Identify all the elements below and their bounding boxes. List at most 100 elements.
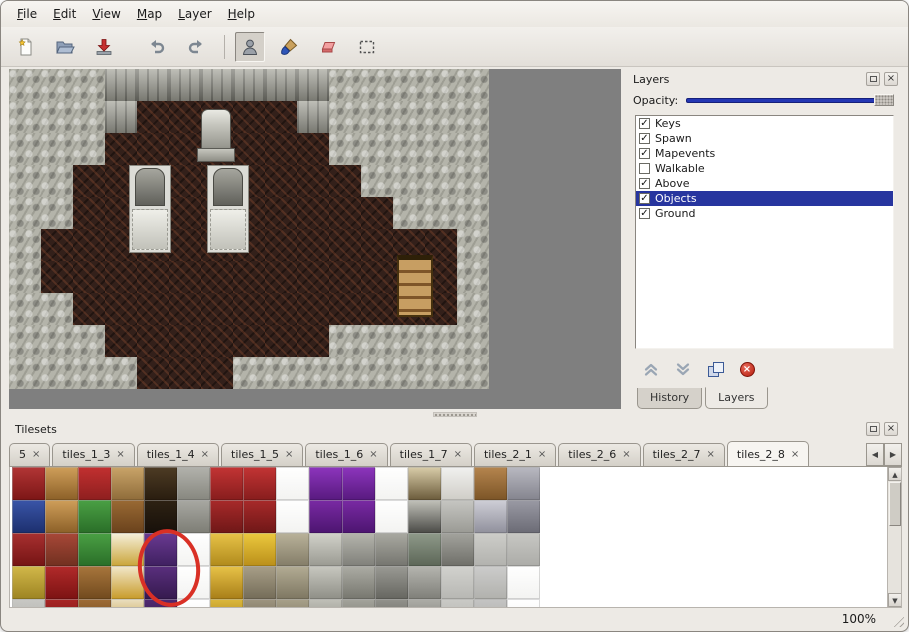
floor-tile[interactable] (137, 261, 169, 293)
open-map-button[interactable] (50, 32, 80, 62)
floor-tile[interactable] (265, 101, 297, 133)
layer-row-walkable[interactable]: Walkable (636, 161, 893, 176)
redo-button[interactable] (181, 32, 211, 62)
rock-tile[interactable] (41, 165, 73, 197)
tile-tile-stone[interactable] (474, 533, 507, 566)
tile-obelisk[interactable] (408, 500, 441, 533)
cliff-tile[interactable] (297, 69, 329, 101)
floor-tile[interactable] (233, 133, 265, 165)
stamp-tool-button[interactable] (235, 32, 265, 62)
cliff-tile[interactable] (201, 69, 233, 101)
floor-tile[interactable] (73, 293, 105, 325)
rock-tile[interactable] (425, 325, 457, 357)
resize-grip[interactable] (891, 614, 904, 627)
floor-tile[interactable] (265, 133, 297, 165)
rock-tile[interactable] (361, 69, 393, 101)
floor-tile[interactable] (233, 325, 265, 357)
close-dock-icon[interactable]: × (884, 72, 898, 86)
rock-tile[interactable] (393, 357, 425, 389)
rock-tile[interactable] (41, 293, 73, 325)
menu-edit[interactable]: Edit (45, 3, 84, 25)
floor-tile[interactable] (329, 165, 361, 197)
scroll-tabs-left-button[interactable]: ◀ (866, 443, 884, 466)
tile-urn-plant[interactable] (408, 533, 441, 566)
tile-plant[interactable] (78, 500, 111, 533)
floor-tile[interactable] (169, 325, 201, 357)
tile-crate-gray[interactable] (441, 500, 474, 533)
rock-tile[interactable] (361, 325, 393, 357)
cliff-tile[interactable] (297, 101, 329, 133)
select-tool-button[interactable] (352, 32, 382, 62)
tile-banner-blue[interactable] (12, 500, 45, 533)
floor-tile[interactable] (73, 229, 105, 261)
cliff-tile[interactable] (105, 69, 137, 101)
floor-tile[interactable] (169, 101, 201, 133)
rock-tile[interactable] (73, 325, 105, 357)
tile-bookshelf[interactable] (111, 500, 144, 533)
menu-help[interactable]: Help (220, 3, 263, 25)
floor-tile[interactable] (361, 197, 393, 229)
rock-tile[interactable] (233, 357, 265, 389)
cliff-tile[interactable] (137, 69, 169, 101)
tile-empty[interactable] (507, 566, 540, 599)
rock-tile[interactable] (41, 69, 73, 101)
tileset-tab-tiles_2_8[interactable]: tiles_2_8× (727, 441, 809, 466)
rock-tile[interactable] (393, 197, 425, 229)
cliff-tile[interactable] (169, 69, 201, 101)
floor-tile[interactable] (297, 293, 329, 325)
tileset-tab-tiles_1_6[interactable]: tiles_1_6× (305, 443, 387, 466)
rock-tile[interactable] (41, 133, 73, 165)
layer-visibility-checkbox[interactable]: ✓ (639, 208, 650, 219)
duplicate-layer-button[interactable] (705, 359, 725, 379)
scroll-down-icon[interactable]: ▼ (888, 593, 902, 607)
rock-tile[interactable] (361, 101, 393, 133)
floor-tile[interactable] (169, 357, 201, 389)
tile-tile-stone[interactable] (507, 533, 540, 566)
tile-throne-red[interactable] (243, 467, 276, 500)
opacity-slider[interactable] (686, 92, 894, 108)
rock-tile[interactable] (457, 357, 489, 389)
tile-tile-stone[interactable] (441, 566, 474, 599)
rock-tile[interactable] (457, 69, 489, 101)
rock-tile[interactable] (9, 197, 41, 229)
menu-view[interactable]: View (84, 3, 128, 25)
rock-tile[interactable] (9, 325, 41, 357)
close-tab-icon[interactable]: × (538, 450, 546, 460)
tileset-tab-tiles_1_5[interactable]: tiles_1_5× (221, 443, 303, 466)
floor-tile[interactable] (233, 101, 265, 133)
floor-tile[interactable] (297, 197, 329, 229)
tile-empty[interactable] (276, 467, 309, 500)
tile-empty[interactable] (375, 467, 408, 500)
rock-tile[interactable] (425, 357, 457, 389)
tile-empty[interactable] (375, 500, 408, 533)
floor-tile[interactable] (169, 165, 201, 197)
fill-tool-button[interactable] (274, 32, 304, 62)
floor-tile[interactable] (265, 197, 297, 229)
rock-tile[interactable] (393, 165, 425, 197)
floor-tile[interactable] (265, 261, 297, 293)
floor-tile[interactable] (41, 261, 73, 293)
tile-throne-purple-base[interactable] (342, 500, 375, 533)
tileset-tab-tiles_1_4[interactable]: tiles_1_4× (137, 443, 219, 466)
rock-tile[interactable] (73, 357, 105, 389)
floor-tile[interactable] (73, 197, 105, 229)
floor-tile[interactable] (105, 293, 137, 325)
layer-visibility-checkbox[interactable]: ✓ (639, 193, 650, 204)
floor-tile[interactable] (169, 293, 201, 325)
tile-pot-red[interactable] (45, 566, 78, 599)
close-tab-icon[interactable]: × (707, 450, 715, 460)
scroll-up-icon[interactable]: ▲ (888, 467, 902, 481)
tile-stool-red[interactable] (78, 467, 111, 500)
rock-tile[interactable] (425, 133, 457, 165)
floor-tile[interactable] (265, 229, 297, 261)
floor-tile[interactable] (329, 229, 361, 261)
floor-tile[interactable] (297, 133, 329, 165)
map-viewport[interactable] (9, 69, 621, 409)
rock-tile[interactable] (393, 325, 425, 357)
floor-tile[interactable] (169, 197, 201, 229)
cliff-tile[interactable] (233, 69, 265, 101)
rock-tile[interactable] (9, 261, 41, 293)
tile-pedestal[interactable] (408, 566, 441, 599)
layer-visibility-checkbox[interactable]: ✓ (639, 148, 650, 159)
undo-button[interactable] (142, 32, 172, 62)
